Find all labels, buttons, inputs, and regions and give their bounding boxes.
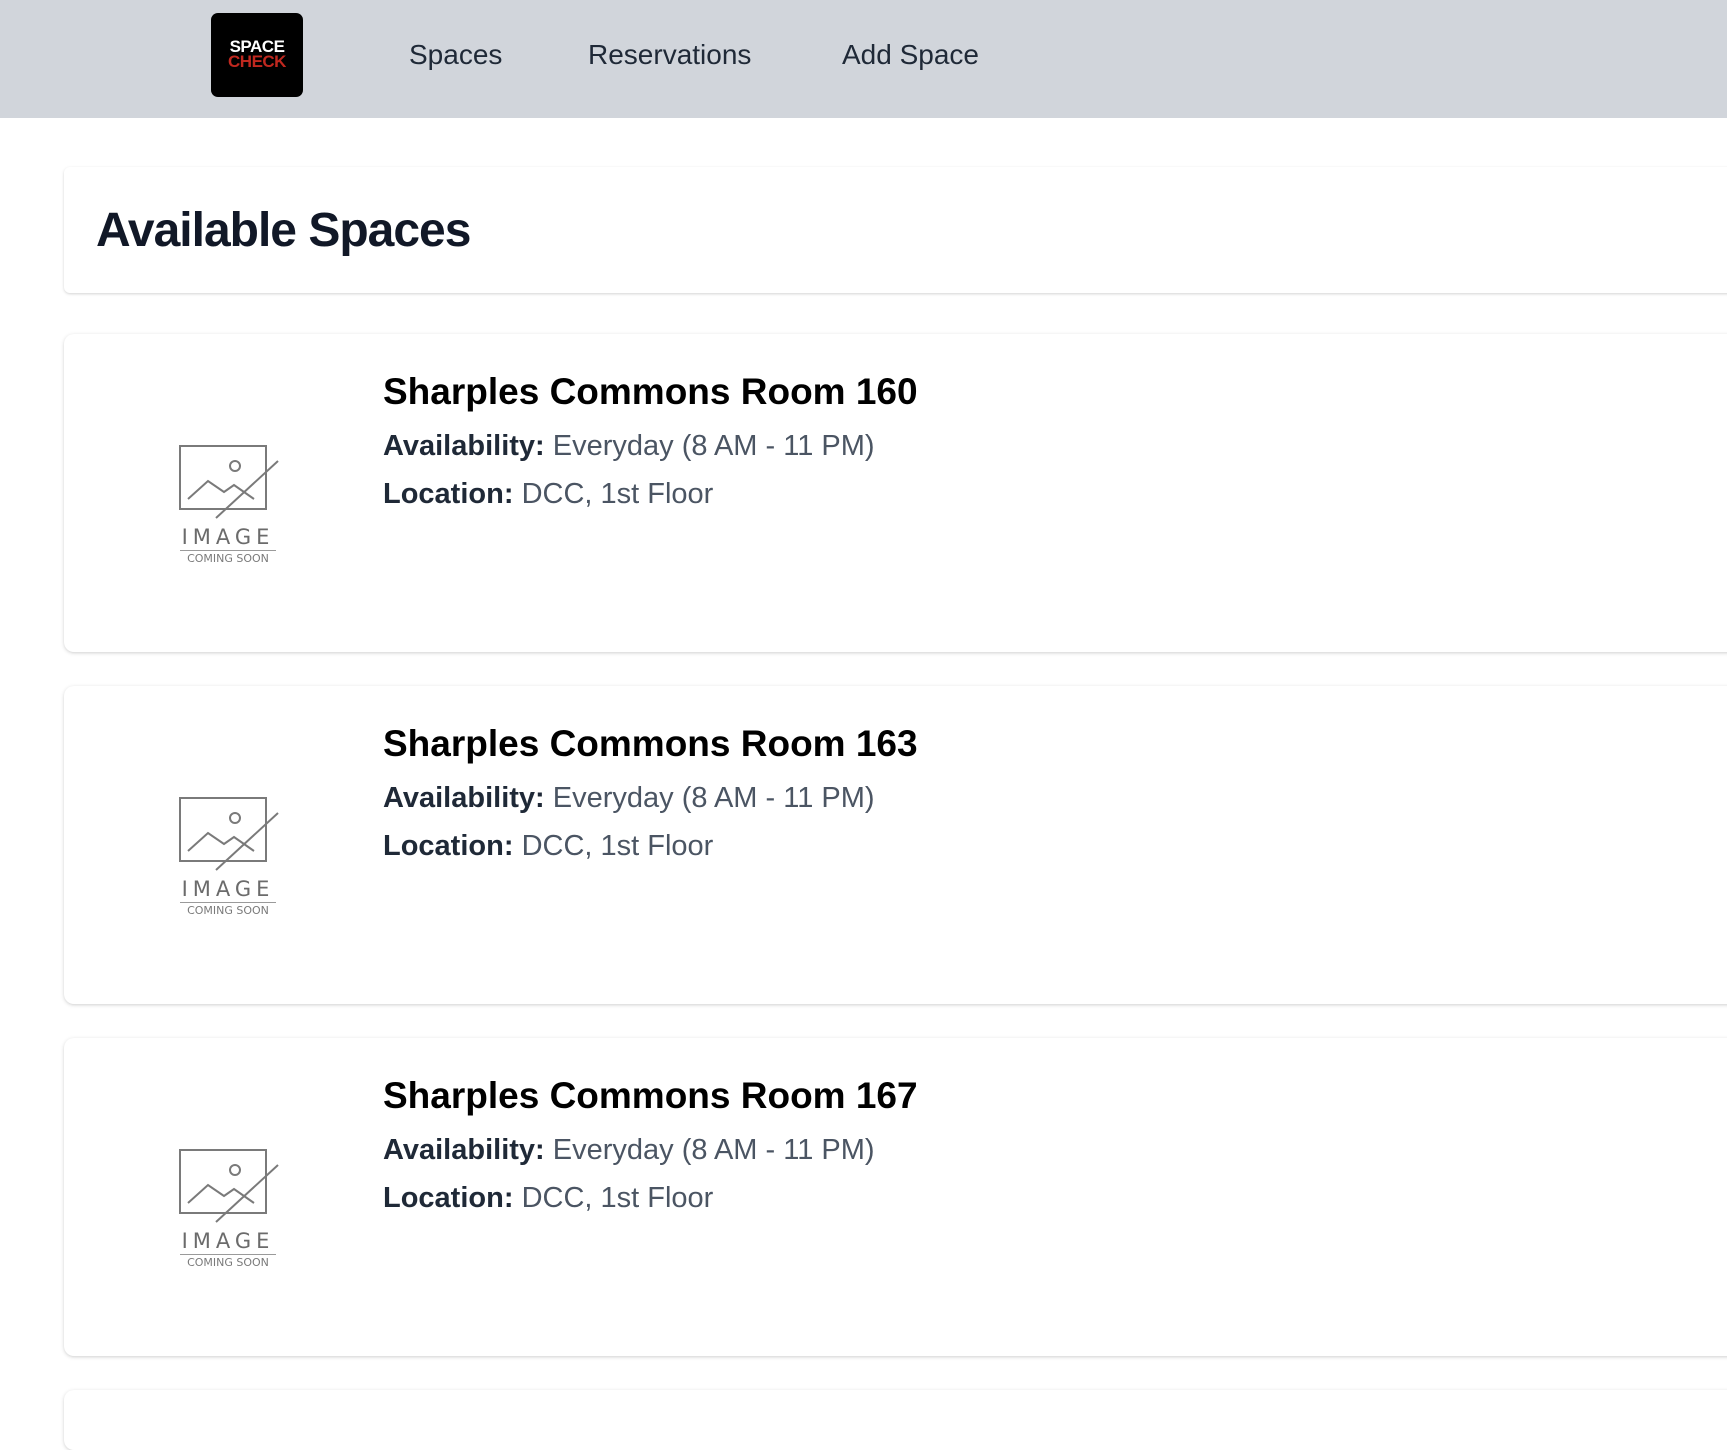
space-name[interactable]: Sharples Commons Room 163: [383, 722, 918, 766]
placeholder-coming-soon-text: COMING SOON: [187, 552, 269, 565]
space-name[interactable]: Sharples Commons Room 167: [383, 1074, 918, 1118]
availability-label: Availability:: [383, 1134, 545, 1166]
availability-value: Everyday (8 AM - 11 PM): [552, 1134, 875, 1166]
placeholder-divider: [180, 902, 276, 903]
availability-label: Availability:: [383, 782, 545, 814]
placeholder-image-text: IMAGE: [181, 525, 275, 549]
top-navbar: SPACE CHECK Spaces Reservations Add Spac…: [0, 0, 1727, 118]
page-title: Available Spaces: [96, 204, 471, 257]
location-label: Location:: [383, 1182, 514, 1214]
location-value: DCC, 1st Floor: [521, 1182, 714, 1214]
placeholder-divider: [180, 1254, 276, 1255]
nav-link-reservations[interactable]: Reservations: [588, 38, 751, 72]
availability-value: Everyday (8 AM - 11 PM): [552, 430, 875, 462]
image-placeholder-icon: [179, 1149, 279, 1223]
placeholder-image-text: IMAGE: [181, 877, 275, 901]
space-location: Location: DCC, 1st Floor: [383, 1180, 713, 1216]
space-name[interactable]: Sharples Commons Room 160: [383, 370, 918, 414]
nav-link-add-space[interactable]: Add Space: [842, 38, 979, 72]
space-availability: Availability: Everyday (8 AM - 11 PM): [383, 1132, 875, 1168]
logo-text-check: CHECK: [228, 52, 286, 71]
image-placeholder-icon: [179, 445, 279, 519]
nav-link-spaces[interactable]: Spaces: [409, 38, 502, 72]
space-availability: Availability: Everyday (8 AM - 11 PM): [383, 780, 875, 816]
placeholder-divider: [180, 550, 276, 551]
space-card[interactable]: IMAGE COMING SOON Sharples Commons Room …: [64, 1038, 1727, 1356]
space-card-partial[interactable]: [64, 1390, 1727, 1450]
image-coming-soon-placeholder: IMAGE COMING SOON: [174, 1148, 284, 1272]
space-location: Location: DCC, 1st Floor: [383, 828, 713, 864]
space-location: Location: DCC, 1st Floor: [383, 476, 713, 512]
image-coming-soon-placeholder: IMAGE COMING SOON: [174, 796, 284, 920]
availability-value: Everyday (8 AM - 11 PM): [552, 782, 875, 814]
placeholder-coming-soon-text: COMING SOON: [187, 1256, 269, 1269]
space-card[interactable]: IMAGE COMING SOON Sharples Commons Room …: [64, 686, 1727, 1004]
location-label: Location:: [383, 830, 514, 862]
image-coming-soon-placeholder: IMAGE COMING SOON: [174, 444, 284, 568]
placeholder-coming-soon-text: COMING SOON: [187, 904, 269, 917]
placeholder-image-text: IMAGE: [181, 1229, 275, 1253]
location-value: DCC, 1st Floor: [521, 830, 714, 862]
location-label: Location:: [383, 478, 514, 510]
space-availability: Availability: Everyday (8 AM - 11 PM): [383, 428, 875, 464]
location-value: DCC, 1st Floor: [521, 478, 714, 510]
image-placeholder-icon: [179, 797, 279, 871]
availability-label: Availability:: [383, 430, 545, 462]
space-check-logo[interactable]: SPACE CHECK: [211, 13, 303, 97]
space-card[interactable]: IMAGE COMING SOON Sharples Commons Room …: [64, 334, 1727, 652]
page-header-card: Available Spaces: [64, 167, 1727, 293]
